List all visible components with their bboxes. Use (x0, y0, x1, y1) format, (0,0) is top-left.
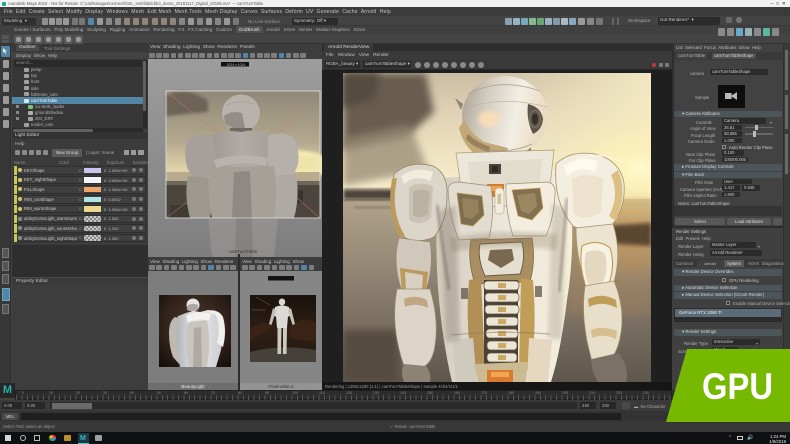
svg-text:camTurnTable: camTurnTable (229, 249, 258, 254)
svg-text:1024 x 1024: 1024 x 1024 (227, 63, 246, 67)
